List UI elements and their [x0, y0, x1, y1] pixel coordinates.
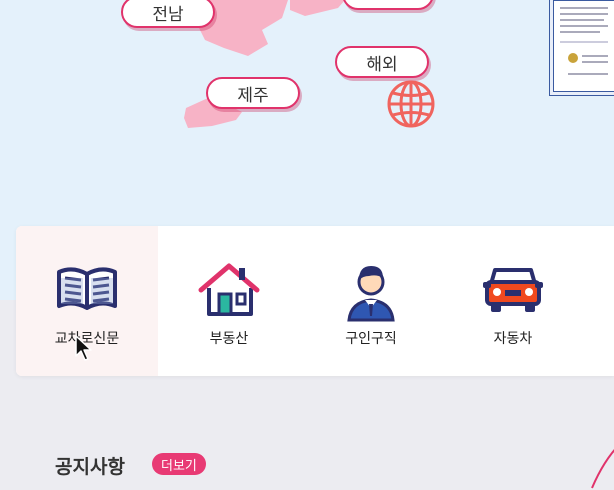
job-seeker-icon — [347, 266, 395, 322]
category-menu: 교차로신문 부동산 구인구직 자동차 — [16, 226, 614, 376]
certificate-image[interactable] — [549, 0, 614, 96]
category-jobs[interactable]: 구인구직 — [300, 226, 442, 376]
category-cars[interactable]: 자동차 — [442, 226, 584, 376]
house-icon — [198, 263, 260, 316]
newspaper-icon — [57, 267, 117, 310]
notice-more-button[interactable]: 더보기 — [152, 453, 206, 475]
category-label: 자동차 — [493, 331, 533, 347]
decorative-arc — [591, 449, 614, 489]
car-icon — [483, 268, 543, 312]
mouse-cursor-icon — [75, 335, 92, 361]
globe-icon[interactable] — [385, 78, 437, 130]
region-jeju-button[interactable]: 제주 — [206, 77, 300, 109]
category-label: 구인구직 — [345, 331, 397, 347]
category-real-estate[interactable]: 부동산 — [158, 226, 300, 376]
region-jeonnam-button[interactable]: 전남 — [121, 0, 215, 28]
notice-section-title: 공지사항 — [55, 456, 125, 478]
category-label: 부동산 — [209, 331, 249, 347]
region-hidden-button[interactable] — [342, 0, 434, 10]
land-fragment — [290, 0, 345, 16]
region-overseas-button[interactable]: 해외 — [335, 46, 429, 78]
seal-icon — [568, 53, 578, 63]
